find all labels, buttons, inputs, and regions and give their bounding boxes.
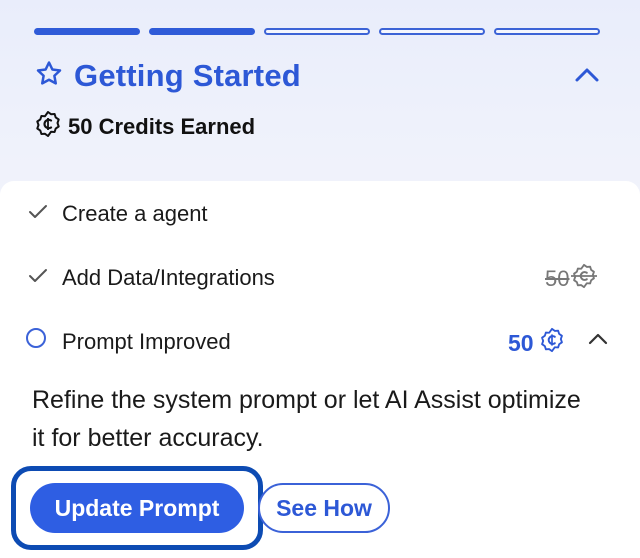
- earned-reward: 50: [545, 263, 598, 295]
- progress-segment-incomplete: [264, 28, 370, 35]
- task-label: Create a agent: [62, 201, 208, 226]
- task-label: Add Data/Integrations: [62, 265, 275, 290]
- progress-segment-incomplete: [379, 28, 485, 35]
- see-how-button[interactable]: See How: [258, 483, 390, 533]
- checkmark-icon: [28, 268, 48, 289]
- reward-amount: 50: [508, 329, 534, 356]
- credit-coin-icon: [34, 110, 62, 143]
- header-title-row: Getting Started: [34, 58, 301, 94]
- chevron-up-icon[interactable]: [588, 332, 608, 351]
- star-icon: [34, 59, 64, 94]
- progress-segment-complete: [149, 28, 255, 35]
- checkmark-icon: [28, 204, 48, 225]
- progress-segment-complete: [34, 28, 140, 35]
- credits-label: 50 Credits Earned: [68, 113, 256, 139]
- page-title: Getting Started: [74, 58, 301, 93]
- task-description: Refine the system prompt or let AI Assis…: [32, 386, 581, 452]
- reward-amount: 50: [545, 266, 570, 291]
- credit-coin-icon: [539, 327, 565, 359]
- update-prompt-button[interactable]: Update Prompt: [30, 483, 244, 533]
- task-list-card: Create a agent Add Data/Integrations 50 …: [0, 181, 640, 558]
- task-label: Prompt Improved: [62, 329, 231, 354]
- getting-started-header: Getting Started 50 Credits Earned: [0, 0, 640, 200]
- progress-segment-incomplete: [494, 28, 600, 35]
- progress-bar: [34, 28, 600, 35]
- reward-badge: 50: [508, 327, 565, 359]
- task-item-add-data[interactable]: Add Data/Integrations: [0, 265, 640, 315]
- credits-earned: 50 Credits Earned: [34, 110, 255, 143]
- chevron-up-icon[interactable]: [574, 66, 600, 89]
- task-item-create-agent[interactable]: Create a agent: [0, 201, 640, 251]
- credit-coin-icon: [571, 263, 598, 295]
